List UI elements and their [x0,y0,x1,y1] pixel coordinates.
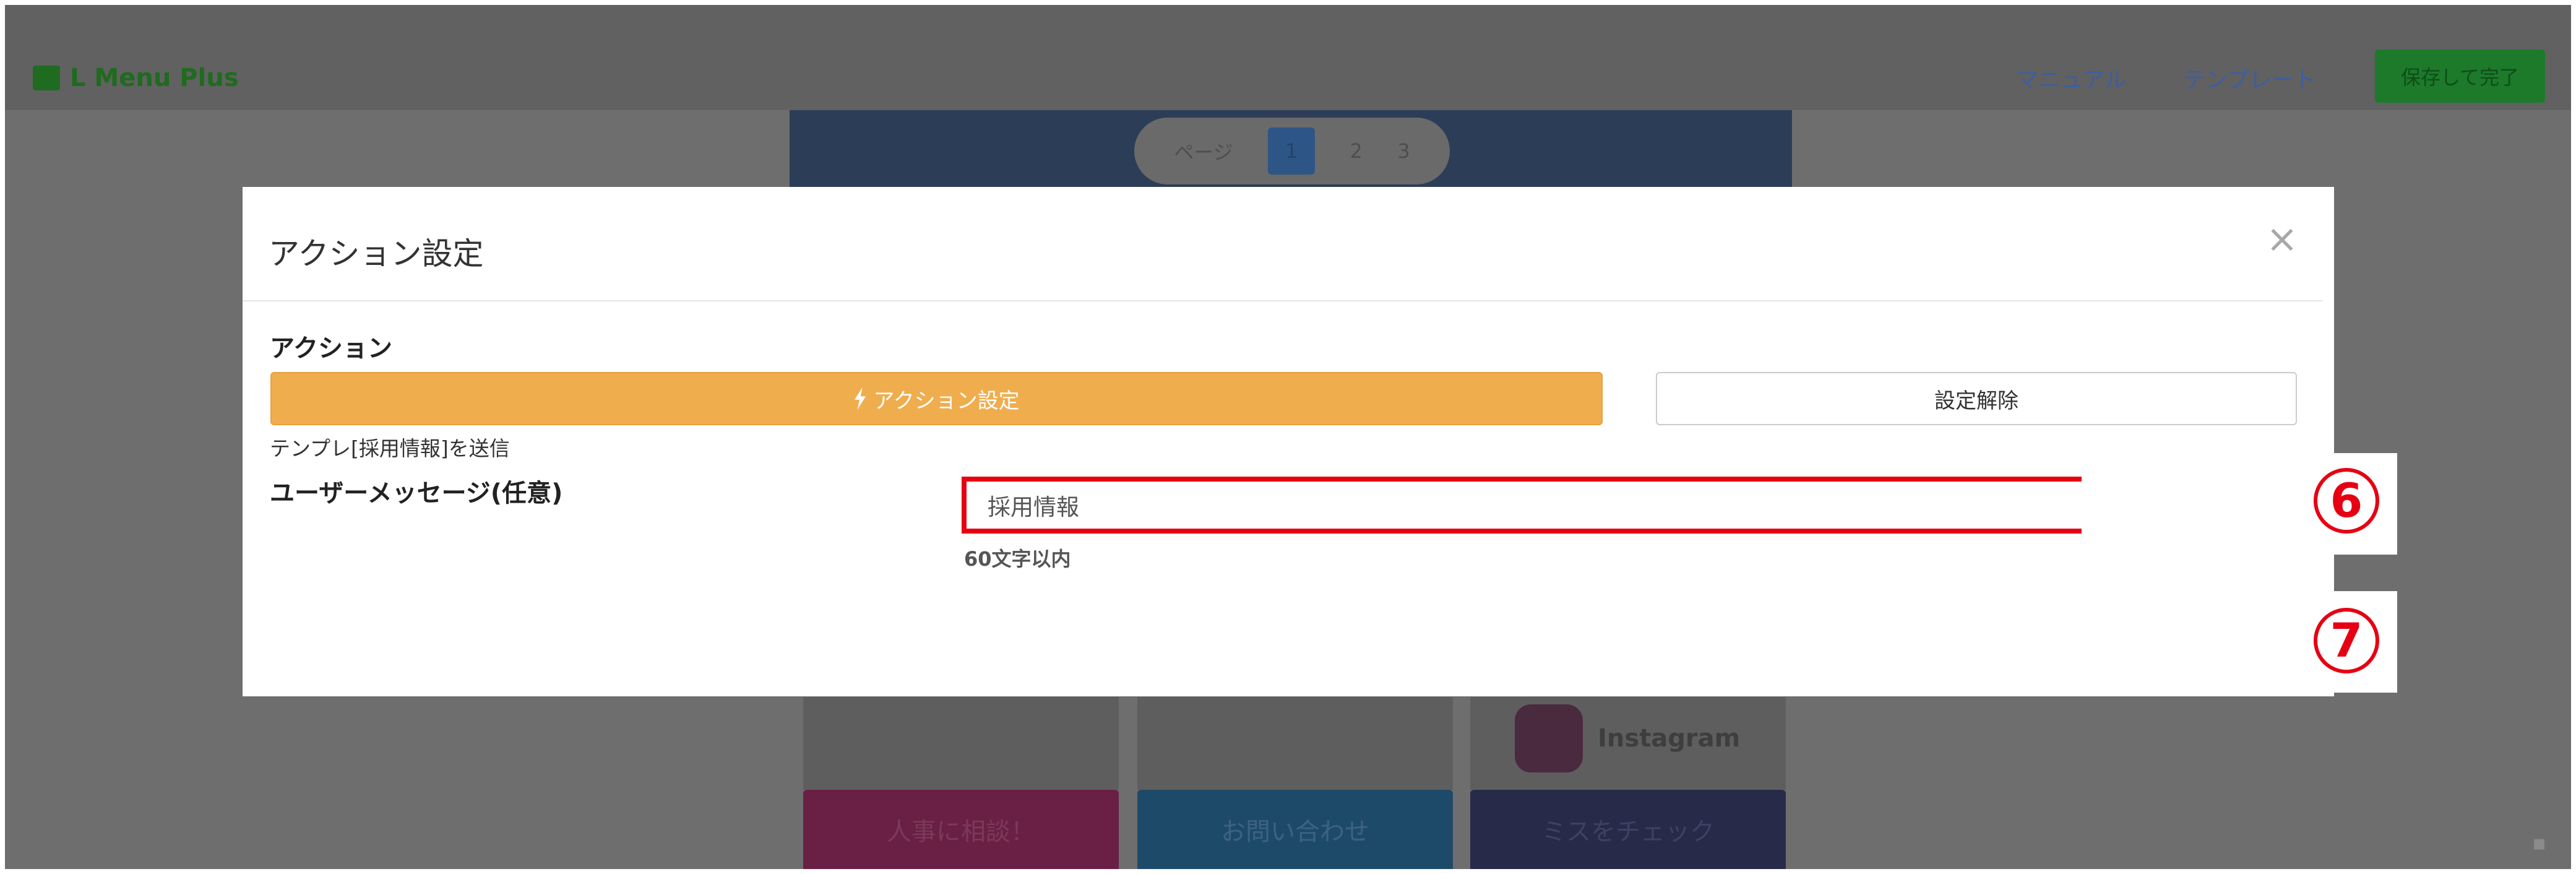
action-settings-modal: アクション設定 × アクション アクション設定 設定解除 テンプレ[採用情報]を… [243,187,2334,696]
menu-tile-label-1[interactable]: 人事に相談！ [803,790,1119,869]
scroll-top-icon[interactable]: ▪ [2532,831,2546,855]
brand-name: L Menu Plus [70,64,239,92]
selected-template-note: テンプレ[採用情報]を送信 [270,436,510,461]
pager-page-current[interactable]: 1 [1268,128,1316,175]
brand-logo: L Menu Plus [33,59,239,97]
nav-link-manual[interactable]: マニュアル [2016,62,2127,94]
instagram-label: Instagram [1598,724,1741,753]
action-section-label: アクション [270,334,392,363]
modal-title: アクション設定 [269,236,484,272]
page-pager: ページ 1 2 3 [1134,118,1450,184]
user-message-label: ユーザーメッセージ(任意) [270,479,563,508]
instagram-icon [1515,704,1583,772]
pager-page-3[interactable]: 3 [1397,139,1410,163]
user-message-hint: 60文字以内 [964,547,1071,571]
bolt-icon [855,387,866,410]
brand-logo-mark [33,66,60,90]
menu-tile-label-3[interactable]: ミスをチェック [1470,790,1786,869]
clear-settings-button[interactable]: 設定解除 [1656,372,2297,425]
nav-link-template[interactable]: テンプレート [2183,62,2316,94]
close-icon[interactable]: × [2264,220,2301,258]
step-marker-7: 7 [2314,608,2379,673]
top-bar: L Menu Plus マニュアル テンプレート 保存して完了 [5,5,2571,110]
save-and-finish-button[interactable]: 保存して完了 [2375,50,2545,103]
action-settings-button-label: アクション設定 [873,389,1020,413]
menu-tile-image-1 [803,697,1119,790]
pager-label: ページ [1174,141,1233,164]
instagram-badge: Instagram [1515,704,1740,772]
action-settings-button[interactable]: アクション設定 [270,372,1603,425]
menu-tile-image-2 [1137,697,1453,790]
step-marker-6: 6 [2314,468,2379,534]
pager-page-2[interactable]: 2 [1350,139,1363,163]
modal-header-divider [243,300,2323,301]
menu-tile-label-2[interactable]: お問い合わせ [1137,790,1453,869]
